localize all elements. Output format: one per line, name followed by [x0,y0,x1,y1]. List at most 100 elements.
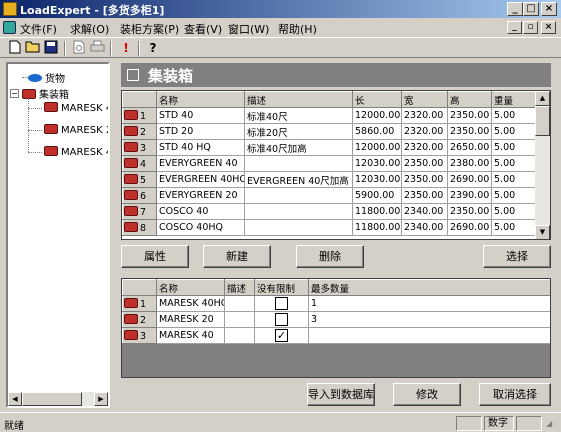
scroll-up-icon[interactable]: ▲ [535,91,550,106]
row-header[interactable]: 2 [122,311,157,328]
column-header-name[interactable]: 名称 [156,279,225,296]
table-cell-width[interactable]: 2350.00 [401,187,448,204]
table-cell-desc[interactable] [244,187,353,204]
table-cell-weight[interactable]: 5.00 [491,107,536,124]
row-header[interactable]: 1 [122,107,157,124]
table-cell-weight[interactable]: 5.00 [491,123,536,140]
row-header[interactable]: 5 [122,171,157,188]
close-button[interactable]: × [541,2,557,16]
table-cell-desc[interactable] [244,219,353,236]
delete-button[interactable]: 删除 [296,245,364,268]
table-cell-width[interactable]: 2340.00 [401,219,448,236]
resize-grip-icon[interactable]: ◢ [546,419,552,428]
save-icon[interactable] [42,40,60,56]
table-cell-width[interactable]: 2320.00 [401,139,448,156]
new-file-icon[interactable] [6,40,24,56]
column-header-description[interactable]: 描述 [224,279,255,296]
table-row[interactable]: 3 STD 40 HQ 标准40尺加高 12000.00 2320.00 2650.00 5… [122,139,536,156]
table-row[interactable]: 6 EVERYGREEN 20 5900.00 2350.00 2390.00 5.00 [122,187,536,204]
table-cell-length[interactable]: 12000.00 [352,139,402,156]
table-cell-width[interactable]: 2340.00 [401,203,448,220]
table-cell-height[interactable]: 2350.00 [447,203,492,220]
table-cell-desc[interactable]: EVERGREEN 40尺加高 [244,171,353,188]
print-icon[interactable] [88,40,106,56]
table-cell-length[interactable]: 5900.00 [352,187,402,204]
table-cell-desc[interactable]: 标准20尺 [244,123,353,140]
table-row[interactable]: 4 EVERYGREEN 40 12030.00 2350.00 2380.00 5.00 [122,155,536,172]
menu-help[interactable]: 帮助(H) [278,21,317,37]
open-folder-icon[interactable] [24,40,42,56]
table-cell-name[interactable]: STD 20 [156,123,245,140]
table-cell-desc[interactable] [244,155,353,172]
row-header[interactable]: 6 [122,187,157,204]
table-row[interactable]: 1 STD 40 标准40尺 12000.00 2320.00 2350.00 5.00 [122,107,536,124]
menu-window[interactable]: 窗口(W) [228,21,269,37]
unlimited-checkbox[interactable] [275,297,288,310]
scroll-thumb[interactable] [22,392,82,406]
table-cell-weight[interactable]: 5.00 [491,171,536,188]
table-row[interactable]: 7 COSCO 40 11800.00 2340.00 2350.00 5.00 [122,203,536,220]
table-cell-name[interactable]: MARESK 40HQ [156,295,225,312]
properties-button[interactable]: 属性 [121,245,189,268]
menu-solve[interactable]: 求解(O) [70,21,109,37]
tree-node-container-item[interactable]: MARESK 40 [44,146,108,158]
table-cell-desc[interactable] [224,311,255,328]
table-cell-weight[interactable]: 5.00 [491,187,536,204]
scroll-thumb[interactable] [535,106,550,136]
table-cell-length[interactable]: 11800.00 [352,203,402,220]
column-header-length[interactable]: 长 [352,91,402,108]
table-cell-length[interactable]: 12030.00 [352,171,402,188]
selected-containers-grid[interactable]: 名称 描述 没有限制 最多数量 1 MARESK 40HQ 1 2 MARESK 20 3… [121,278,551,378]
tree-horizontal-scrollbar[interactable]: ◀ ▶ [8,392,108,406]
table-row[interactable]: 1 MARESK 40HQ 1 [122,295,550,312]
table-row[interactable]: 2 STD 20 标准20尺 5860.00 2320.00 2350.00 5.00 [122,123,536,140]
table-cell-name[interactable]: COSCO 40HQ [156,219,245,236]
minimize-button[interactable]: _ [507,2,523,16]
row-header[interactable]: 4 [122,155,157,172]
tree-view[interactable]: 货物 − 集装箱 MARESK 40HQ MARESK 20 MARESK 40… [6,62,110,408]
table-cell-height[interactable]: 2690.00 [447,171,492,188]
table-cell-height[interactable]: 2350.00 [447,107,492,124]
scroll-left-icon[interactable]: ◀ [8,392,22,406]
table-cell-width[interactable]: 2320.00 [401,123,448,140]
menu-file[interactable]: 文件(F) [20,21,57,37]
new-button[interactable]: 新建 [203,245,271,268]
column-header-unlimited[interactable]: 没有限制 [254,279,309,296]
menu-loading-plan[interactable]: 装柜方案(P) [120,21,179,37]
table-cell-name[interactable]: EVERYGREEN 40 [156,155,245,172]
table-row[interactable]: 5 EVERGREEN 40HQ EVERGREEN 40尺加高 12030.00 23… [122,171,536,188]
table-cell-length[interactable]: 5860.00 [352,123,402,140]
maximize-button[interactable]: □ [523,2,539,16]
collapse-icon[interactable]: − [10,89,19,98]
table-cell-name[interactable]: COSCO 40 [156,203,245,220]
table-cell-name[interactable]: STD 40 HQ [156,139,245,156]
tree-node-container-item[interactable]: MARESK 20 [44,124,108,136]
scroll-down-icon[interactable]: ▼ [535,225,550,239]
column-header-height[interactable]: 高 [447,91,492,108]
row-header[interactable]: 3 [122,139,157,156]
column-header-max-quantity[interactable]: 最多数量 [308,279,550,296]
containers-vertical-scrollbar[interactable]: ▲ ▼ [535,91,550,239]
table-cell-length[interactable]: 11800.00 [352,219,402,236]
unlimited-checkbox[interactable] [275,313,288,326]
document-icon[interactable] [3,21,16,34]
column-header-name[interactable]: 名称 [156,91,245,108]
table-cell-max-quantity[interactable] [308,327,550,344]
menu-view[interactable]: 查看(V) [184,21,222,37]
tree-node-container-item[interactable]: MARESK 40HQ [44,102,108,114]
scroll-right-icon[interactable]: ▶ [94,392,108,406]
table-cell-height[interactable]: 2650.00 [447,139,492,156]
column-header-width[interactable]: 宽 [401,91,448,108]
row-header[interactable]: 3 [122,327,157,344]
table-row[interactable]: 3 MARESK 40 ✓ [122,327,550,344]
deselect-button[interactable]: 取消选择 [479,383,551,406]
column-header-weight[interactable]: 重量 [491,91,536,108]
table-cell-length[interactable]: 12030.00 [352,155,402,172]
row-header[interactable]: 8 [122,219,157,236]
table-cell-max-quantity[interactable]: 3 [308,311,550,328]
table-cell-name[interactable]: MARESK 20 [156,311,225,328]
tree-node-goods[interactable]: 货物 [28,70,65,85]
tree-node-containers[interactable]: 集装箱 [22,86,69,101]
table-cell-name[interactable]: STD 40 [156,107,245,124]
table-cell-name[interactable]: EVERYGREEN 20 [156,187,245,204]
